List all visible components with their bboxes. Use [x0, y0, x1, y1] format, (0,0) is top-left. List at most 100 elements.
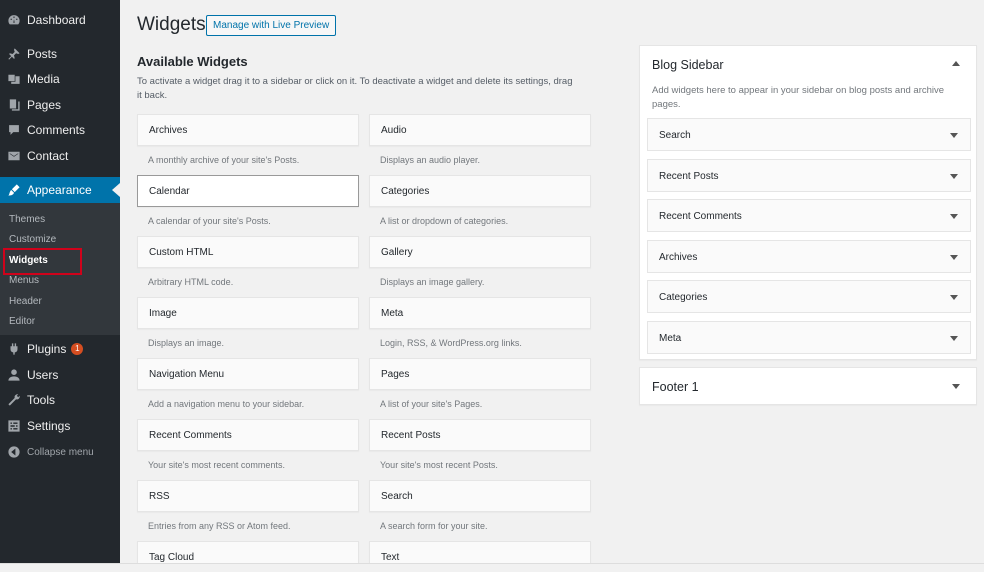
sidebar-widget-title: Search [659, 130, 691, 141]
menu-label: Settings [27, 419, 71, 433]
collapse-icon [7, 445, 21, 459]
menu-item-plugins[interactable]: Plugins 1 [0, 336, 120, 362]
live-preview-button[interactable]: Manage with Live Preview [206, 15, 337, 36]
submenu-editor[interactable]: Editor [9, 316, 35, 327]
user-icon [7, 368, 21, 382]
sidebar-widget[interactable]: Meta [647, 321, 971, 354]
menu-item-pages[interactable]: Pages [0, 92, 120, 118]
bottom-scroll-edge [0, 563, 984, 572]
widget-title: Calendar [149, 186, 190, 197]
available-widget[interactable]: Custom HTML [137, 236, 359, 268]
sidebar-widget[interactable]: Categories [647, 280, 971, 314]
expand-arrow-icon[interactable] [952, 384, 960, 389]
menu-label: Users [27, 368, 59, 382]
blog-sidebar-description: Add widgets here to appear in your sideb… [652, 85, 945, 110]
widget-description: A list or dropdown of categories. [380, 216, 509, 226]
available-widget[interactable]: Calendar [137, 175, 359, 207]
expand-arrow-icon[interactable] [950, 133, 958, 138]
menu-label: Comments [27, 123, 86, 137]
menu-item-tools[interactable]: Tools [0, 387, 120, 413]
collapse-menu-button[interactable]: Collapse menu [0, 439, 120, 465]
menu-label: Tools [27, 393, 56, 407]
menu-item-users[interactable]: Users [0, 362, 120, 388]
submenu-menus[interactable]: Menus [9, 275, 39, 286]
menu-item-media[interactable]: Media [0, 66, 120, 92]
available-widget[interactable]: Audio [369, 114, 591, 146]
plugin-icon [7, 342, 21, 356]
sidebar-widget-title: Categories [659, 292, 708, 304]
available-widget[interactable]: Recent Posts [369, 419, 591, 451]
available-widget[interactable]: Pages [369, 358, 591, 390]
expand-arrow-icon[interactable] [950, 295, 958, 301]
widget-description: Your site's most recent comments. [148, 460, 285, 470]
menu-label: Collapse menu [27, 446, 94, 458]
collapse-arrow-icon[interactable] [952, 61, 960, 66]
widget-description: A list of your site's Pages. [380, 399, 483, 409]
pin-icon [7, 47, 21, 61]
sidebar-widget[interactable]: Search [647, 118, 971, 151]
widget-title: Text [381, 552, 400, 563]
footer-1-area[interactable]: Footer 1 [639, 367, 977, 405]
available-widget[interactable]: Categories [369, 175, 591, 207]
menu-item-appearance[interactable]: Appearance [0, 177, 120, 203]
menu-label: Pages [27, 98, 62, 112]
expand-arrow-icon[interactable] [950, 336, 958, 341]
available-widget[interactable]: Recent Comments [137, 419, 359, 451]
widget-title: Image [149, 308, 177, 319]
widget-description: Displays an image gallery. [380, 277, 485, 287]
available-widgets-description: To activate a widget drag it to a sideba… [137, 76, 573, 101]
comment-icon [7, 123, 21, 137]
sidebar-widget[interactable]: Archives [647, 239, 971, 273]
available-widgets-title: Available Widgets [137, 54, 248, 69]
menu-label: Appearance [27, 183, 92, 197]
media-icon [7, 72, 21, 86]
sidebar-widget[interactable]: Recent Posts [647, 158, 971, 192]
menu-item-settings[interactable]: Settings [0, 413, 120, 439]
available-widget[interactable]: RSS [137, 480, 359, 512]
menu-label: Posts [27, 47, 58, 61]
sidebar-widget-title: Meta [659, 333, 682, 344]
footer-1-title: Footer 1 [652, 380, 699, 394]
menu-item-contact[interactable]: Contact [0, 143, 120, 169]
menu-item-posts[interactable]: Posts [0, 41, 120, 67]
widget-title: Meta [381, 308, 404, 319]
widget-title: Navigation Menu [149, 369, 225, 380]
sidebar-widget-title: Recent Posts [659, 170, 719, 182]
widget-title: Custom HTML [149, 247, 214, 258]
submenu-customize[interactable]: Customize [9, 234, 56, 245]
pages-icon [7, 98, 21, 112]
widget-title: Gallery [381, 247, 413, 258]
widget-description: Arbitrary HTML code. [148, 277, 234, 287]
submenu-header[interactable]: Header [9, 296, 42, 307]
blog-sidebar-title[interactable]: Blog Sidebar [652, 58, 724, 72]
available-widget[interactable]: Archives [137, 114, 359, 146]
widget-description: A monthly archive of your site's Posts. [148, 155, 300, 165]
sidebar-widget[interactable]: Recent Comments [647, 199, 971, 233]
available-widget[interactable]: Meta [369, 297, 591, 329]
submenu-themes[interactable]: Themes [9, 214, 45, 225]
menu-item-comments[interactable]: Comments [0, 117, 120, 143]
available-widget[interactable]: Image [137, 297, 359, 329]
menu-item-dashboard[interactable]: Dashboard [0, 7, 120, 33]
widget-title: Categories [381, 186, 430, 197]
dashboard-icon [7, 13, 21, 27]
expand-arrow-icon[interactable] [950, 254, 958, 260]
widget-title: Search [381, 491, 413, 502]
available-widget[interactable]: Search [369, 480, 591, 512]
blog-sidebar-area: Blog Sidebar Add widgets here to appear … [639, 45, 977, 360]
widget-title: Recent Posts [381, 430, 441, 441]
page-title: Widgets [137, 14, 206, 35]
menu-label: Dashboard [27, 13, 86, 27]
widget-description: Displays an image. [148, 338, 225, 348]
widget-description: Login, RSS, & WordPress.org links. [380, 338, 522, 348]
sidebar-widget-title: Archives [659, 251, 698, 263]
widget-description: Entries from any RSS or Atom feed. [148, 521, 291, 531]
brush-icon [7, 183, 21, 197]
widget-description: Displays an audio player. [380, 155, 481, 165]
available-widget[interactable]: Navigation Menu [137, 358, 359, 390]
wrench-icon [7, 393, 21, 407]
expand-arrow-icon[interactable] [950, 173, 958, 179]
expand-arrow-icon[interactable] [950, 214, 958, 220]
available-widget[interactable]: Gallery [369, 236, 591, 268]
widget-description: A search form for your site. [380, 521, 488, 531]
